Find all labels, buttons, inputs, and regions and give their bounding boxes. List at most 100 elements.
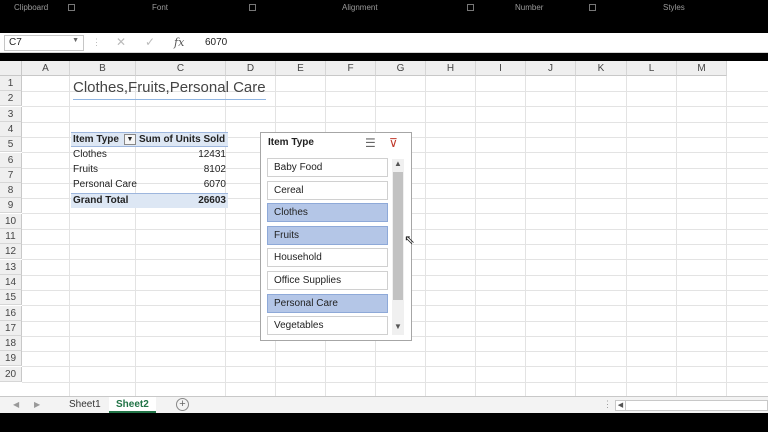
select-all-corner[interactable]	[0, 61, 22, 76]
item-type-slicer[interactable]: Item Type ☰ ⊽ Baby Food Cereal Clothes Frui…	[260, 132, 412, 341]
pivot-filter-icon[interactable]: ▼	[124, 134, 136, 145]
pivot-row-label[interactable]: Personal Care	[73, 177, 139, 192]
row-header-17[interactable]: 17	[0, 320, 22, 336]
column-header-d[interactable]: D	[226, 61, 276, 76]
slicer-item[interactable]: Office Supplies	[267, 271, 388, 290]
name-box-value: C7	[9, 37, 22, 48]
row-header-15[interactable]: 15	[0, 290, 22, 306]
column-header-a[interactable]: A	[22, 61, 70, 76]
gridline	[22, 381, 768, 383]
gridline	[22, 106, 768, 108]
pivot-row-label[interactable]: Clothes	[73, 147, 139, 162]
ribbon-group-number: Number	[515, 3, 544, 12]
gridline	[676, 76, 677, 396]
slicer-scrollbar[interactable]: ▲ ▼	[392, 159, 404, 335]
row-header-6[interactable]: 6	[0, 152, 22, 168]
pivot-total-label[interactable]: Grand Total	[73, 193, 128, 208]
slicer-item[interactable]: Cereal	[267, 180, 388, 200]
cell-b1-title[interactable]: Clothes,Fruits,Personal Care	[73, 78, 266, 100]
row-header-2[interactable]: 2	[0, 91, 22, 107]
column-header-f[interactable]: F	[326, 61, 376, 76]
row-header-9[interactable]: 9	[0, 198, 22, 214]
slicer-item[interactable]: Clothes	[267, 203, 388, 223]
row-header-5[interactable]: 5	[0, 137, 22, 153]
cancel-icon[interactable]: ✕	[116, 35, 126, 49]
scroll-left-icon[interactable]: ◀	[616, 401, 626, 410]
slicer-item[interactable]: Vegetables	[267, 316, 388, 336]
gridline	[626, 76, 627, 396]
column-header-g[interactable]: G	[376, 61, 426, 76]
row-header-10[interactable]: 10	[0, 213, 22, 229]
row-header-4[interactable]: 4	[0, 121, 22, 137]
slicer-item[interactable]: Baby Food	[267, 158, 388, 177]
ribbon-group-alignment: Alignment	[342, 3, 378, 12]
font-launcher-icon[interactable]	[249, 4, 256, 11]
slicer-item[interactable]: Fruits	[267, 225, 388, 245]
clear-filter-icon[interactable]: ⊽	[389, 136, 398, 150]
add-sheet-icon[interactable]: +	[176, 398, 189, 411]
more-options-icon: ⋮	[603, 399, 612, 409]
column-header-h[interactable]: H	[426, 61, 476, 76]
gridline	[22, 366, 768, 368]
row-header-11[interactable]: 11	[0, 229, 22, 244]
gridline	[726, 76, 727, 396]
formula-bar: C7 ▼ ⋮ ✕ ✓ fx 6070	[0, 33, 768, 53]
column-header-j[interactable]: J	[526, 61, 576, 76]
slicer-item[interactable]: Personal Care	[267, 293, 388, 313]
tab-sheet2[interactable]: Sheet2	[109, 397, 156, 413]
column-header-c[interactable]: C	[136, 61, 226, 76]
row-header-12[interactable]: 12	[0, 244, 22, 260]
more-options-icon: ⋮	[92, 37, 101, 47]
insert-function-icon[interactable]: fx	[174, 36, 184, 49]
column-header-i[interactable]: I	[476, 61, 526, 76]
column-header-m[interactable]: M	[677, 61, 727, 76]
chevron-up-icon[interactable]: ▲	[392, 159, 404, 168]
row-header-7[interactable]: 7	[0, 167, 22, 183]
pivot-total-value[interactable]: 26603	[176, 193, 226, 208]
gridline	[475, 76, 476, 396]
column-header-b[interactable]: B	[70, 61, 136, 76]
chevron-down-icon[interactable]: ▼	[72, 37, 79, 44]
previous-sheet-icon[interactable]: ◀	[13, 400, 19, 409]
multi-select-icon[interactable]: ☰	[365, 136, 376, 150]
clipboard-launcher-icon[interactable]	[68, 4, 75, 11]
gridline	[575, 76, 576, 396]
row-header-18[interactable]: 18	[0, 336, 22, 352]
row-header-1[interactable]: 1	[0, 76, 22, 91]
pivot-row-value[interactable]: 12431	[176, 147, 226, 162]
formula-input[interactable]: 6070	[205, 37, 227, 48]
worksheet-grid[interactable]: ABCDEFGHIJKLM 1 2 3 4 5 6 7 8 9 10 11 12 13 14 15 16 17 1…	[0, 61, 768, 396]
next-sheet-icon[interactable]: ▶	[34, 400, 40, 409]
number-launcher-icon[interactable]	[589, 4, 596, 11]
scroll-thumb[interactable]	[393, 172, 403, 300]
pivot-value-header[interactable]: Sum of Units Sold	[139, 132, 225, 147]
row-header-20[interactable]: 20	[0, 366, 22, 382]
pivot-row-label-header[interactable]: Item Type	[73, 132, 119, 147]
row-header-8[interactable]: 8	[0, 183, 22, 199]
row-header-3[interactable]: 3	[0, 106, 22, 122]
name-box[interactable]: C7 ▼	[4, 35, 84, 51]
ribbon-group-styles: Styles	[663, 3, 685, 12]
row-header-16[interactable]: 16	[0, 305, 22, 321]
tab-sheet1[interactable]: Sheet1	[62, 397, 108, 413]
chevron-down-icon[interactable]: ▼	[392, 322, 404, 331]
slicer-item[interactable]: Household	[267, 248, 388, 268]
pivot-row-label[interactable]: Fruits	[73, 162, 139, 177]
column-header-e[interactable]: E	[276, 61, 326, 76]
column-header-k[interactable]: K	[576, 61, 627, 76]
gridline	[425, 76, 426, 396]
column-header-l[interactable]: L	[627, 61, 677, 76]
slicer-title: Item Type	[268, 137, 314, 148]
row-header-13[interactable]: 13	[0, 259, 22, 275]
alignment-launcher-icon[interactable]	[467, 4, 474, 11]
pivot-row-value[interactable]: 8102	[176, 162, 226, 177]
ribbon-group-clipboard: Clipboard	[14, 3, 49, 12]
enter-check-icon[interactable]: ✓	[145, 35, 155, 49]
gridline	[225, 76, 226, 396]
horizontal-scrollbar[interactable]: ◀	[615, 400, 768, 411]
mouse-pointer-icon: ⇖	[404, 232, 415, 247]
row-header-14[interactable]: 14	[0, 274, 22, 290]
row-header-19[interactable]: 19	[0, 351, 22, 367]
pivot-row-value[interactable]: 6070	[176, 177, 226, 192]
ribbon-group-labels: Clipboard Font Alignment Number Styles	[0, 0, 768, 17]
